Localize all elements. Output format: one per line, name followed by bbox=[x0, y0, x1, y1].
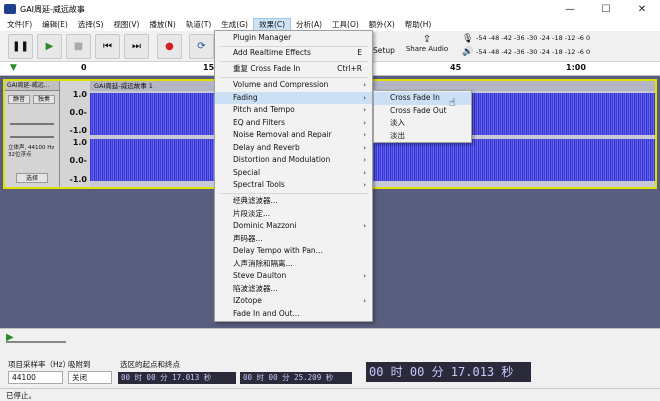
skip-end-button[interactable]: ⏭ bbox=[124, 34, 149, 59]
stop-button[interactable]: ■ bbox=[66, 34, 91, 59]
playback-meter[interactable]: -54 -48 -42 -36 -30 -24 -18 -12 -6 0 bbox=[476, 48, 616, 58]
gain-slider[interactable] bbox=[10, 123, 54, 125]
track-control-panel: GAI周延-威远... 静音 独奏 立体声, 44100 Hz 32位浮点 选择 bbox=[5, 81, 60, 187]
menu-item-volume[interactable]: Volume and Compression › bbox=[215, 79, 372, 92]
pause-button[interactable]: ❚❚ bbox=[8, 34, 33, 59]
amplitude-scale: 1.0 0.0- -1.0 1.0 0.0- -1.0 bbox=[60, 81, 90, 187]
menu-item-plugin-manager[interactable]: Plugin Manager bbox=[215, 32, 372, 45]
ruler-tick: 1:00 bbox=[566, 63, 586, 72]
maximize-button[interactable]: ☐ bbox=[588, 0, 624, 18]
scale-label: 1.0 bbox=[72, 138, 87, 147]
submenu-item-cross-fade-out[interactable]: Cross Fade Out bbox=[374, 105, 471, 118]
stop-icon: ■ bbox=[73, 41, 84, 52]
record-meter[interactable]: -54 -48 -42 -36 -30 -24 -18 -12 -6 0 bbox=[476, 34, 616, 44]
title-bar: GAI周延-威远故事 — ☐ ✕ bbox=[0, 0, 660, 18]
menu-item-add-realtime[interactable]: Add Realtime Effects E bbox=[215, 47, 372, 60]
share-icon: ⇪ bbox=[422, 34, 432, 45]
menu-item-pitch[interactable]: Pitch and Tempo › bbox=[215, 104, 372, 117]
track-name-button[interactable]: GAI周延-威远... bbox=[5, 81, 59, 91]
pan-slider[interactable] bbox=[10, 136, 54, 138]
mute-button[interactable]: 静音 bbox=[8, 95, 30, 104]
audacity-logo-icon bbox=[4, 4, 16, 14]
menu-file[interactable]: 文件(F) bbox=[2, 18, 37, 31]
menu-item-classic-filters[interactable]: 经典滤波器... bbox=[215, 195, 372, 208]
loop-button[interactable]: ⟳ bbox=[189, 34, 214, 59]
play-at-speed-slider[interactable] bbox=[6, 341, 66, 343]
menu-transport[interactable]: 播放(N) bbox=[144, 18, 180, 31]
fading-submenu: Cross Fade In Cross Fade Out 淡入 淡出 bbox=[373, 90, 472, 143]
play-button[interactable]: ▶ bbox=[37, 34, 62, 59]
snap-select[interactable]: 关闭 bbox=[68, 371, 112, 384]
submenu-item-fade-out[interactable]: 淡出 bbox=[374, 130, 471, 143]
menu-item-fade-in-out[interactable]: Fade In and Out... bbox=[215, 308, 372, 321]
skip-start-icon: ⏮ bbox=[103, 41, 112, 52]
selection-toolbar: ▶ 项目采样率（Hz） 吸附到 44100 关闭 选区的起点和终点 00 时 0… bbox=[0, 328, 660, 388]
menu-item-notch[interactable]: 陷波滤波器... bbox=[215, 283, 372, 296]
menu-separator bbox=[219, 77, 368, 78]
select-track-button[interactable]: 选择 bbox=[16, 173, 48, 183]
menu-edit[interactable]: 编辑(E) bbox=[37, 18, 73, 31]
scale-label: -1.0 bbox=[69, 175, 88, 184]
menu-item-vocoder[interactable]: 声码器... bbox=[215, 233, 372, 246]
timeline-options-icon[interactable]: ▼ bbox=[10, 63, 17, 73]
share-audio-button[interactable]: ⇪ Share Audio bbox=[404, 34, 450, 59]
loop-icon: ⟳ bbox=[197, 41, 206, 52]
minimize-button[interactable]: — bbox=[552, 0, 588, 18]
rate-label: 项目采样率（Hz） bbox=[8, 360, 71, 369]
effects-menu: Plugin Manager Add Realtime Effects E 重复 … bbox=[214, 30, 373, 322]
submenu-item-cross-fade-in[interactable]: Cross Fade In bbox=[374, 92, 471, 105]
pause-icon: ❚❚ bbox=[12, 41, 29, 52]
menu-item-steve[interactable]: Steve Daulton › bbox=[215, 270, 372, 283]
menu-item-eq[interactable]: EQ and Filters › bbox=[215, 117, 372, 130]
window-title: GAI周延-威远故事 bbox=[20, 4, 85, 14]
menu-separator bbox=[219, 193, 368, 194]
scale-label: 0.0- bbox=[69, 108, 88, 117]
menu-item-special[interactable]: Special › bbox=[215, 167, 372, 180]
skip-end-icon: ⏭ bbox=[132, 41, 141, 52]
menu-item-fading[interactable]: Fading › bbox=[215, 91, 372, 104]
rate-select[interactable]: 44100 bbox=[8, 371, 63, 384]
close-button[interactable]: ✕ bbox=[624, 0, 660, 18]
scale-label: 0.0- bbox=[69, 156, 88, 165]
menu-item-vocal-removal[interactable]: 人声消除和隔离... bbox=[215, 258, 372, 271]
menu-item-izotope[interactable]: IZotope › bbox=[215, 295, 372, 308]
menu-item-repeat[interactable]: 重复 Cross Fade In Ctrl+R bbox=[215, 63, 372, 76]
submenu-item-fade-in[interactable]: 淡入 bbox=[374, 117, 471, 130]
menu-item-spectral[interactable]: Spectral Tools › bbox=[215, 179, 372, 192]
play-icon: ▶ bbox=[45, 41, 54, 52]
mouse-cursor-icon: ☝ bbox=[449, 96, 456, 109]
scale-label: -1.0 bbox=[69, 126, 88, 135]
solo-button[interactable]: 独奏 bbox=[33, 95, 55, 104]
menu-item-delay[interactable]: Delay and Reverb › bbox=[215, 142, 372, 155]
audio-setup-label[interactable]: Setup bbox=[373, 46, 395, 55]
menu-item-clip-fade[interactable]: 片段淡定... bbox=[215, 208, 372, 221]
ruler-tick: 45 bbox=[450, 63, 462, 72]
ruler-tick: 0 bbox=[81, 63, 87, 72]
ruler-tick: 15 bbox=[203, 63, 215, 72]
menu-view[interactable]: 视图(V) bbox=[108, 18, 144, 31]
skip-start-button[interactable]: ⏮ bbox=[95, 34, 120, 59]
menu-help[interactable]: 帮助(H) bbox=[400, 18, 437, 31]
record-icon: ● bbox=[165, 41, 174, 52]
audio-position-time[interactable]: 00 时 00 分 17.013 秒 bbox=[366, 362, 531, 382]
menu-item-delay-tempo[interactable]: Delay Tempo with Pan... bbox=[215, 245, 372, 258]
record-button[interactable]: ● bbox=[157, 34, 182, 59]
speaker-icon[interactable]: 🔊 bbox=[462, 47, 473, 57]
menu-separator bbox=[219, 61, 368, 62]
menu-item-distortion[interactable]: Distortion and Modulation › bbox=[215, 154, 372, 167]
track-info: 立体声, 44100 Hz 32位浮点 bbox=[8, 145, 55, 158]
selection-label: 选区的起点和终点 bbox=[120, 360, 180, 369]
menu-tracks[interactable]: 轨道(T) bbox=[181, 18, 216, 31]
menu-item-dominic[interactable]: Dominic Mazzoni › bbox=[215, 220, 372, 233]
snap-label: 吸附到 bbox=[68, 360, 91, 369]
status-bar: 已停止。 bbox=[0, 388, 660, 401]
selection-start-time[interactable]: 00 时 00 分 17.013 秒 bbox=[118, 372, 236, 384]
scale-label: 1.0 bbox=[72, 90, 87, 99]
menu-select[interactable]: 选择(S) bbox=[73, 18, 109, 31]
menu-item-noise[interactable]: Noise Removal and Repair › bbox=[215, 129, 372, 142]
share-audio-label: Share Audio bbox=[405, 45, 449, 53]
microphone-icon[interactable]: 🎙 bbox=[462, 34, 473, 44]
play-at-speed-icon[interactable]: ▶ bbox=[6, 332, 14, 343]
selection-end-time[interactable]: 00 时 00 分 25.209 秒 bbox=[240, 372, 352, 384]
